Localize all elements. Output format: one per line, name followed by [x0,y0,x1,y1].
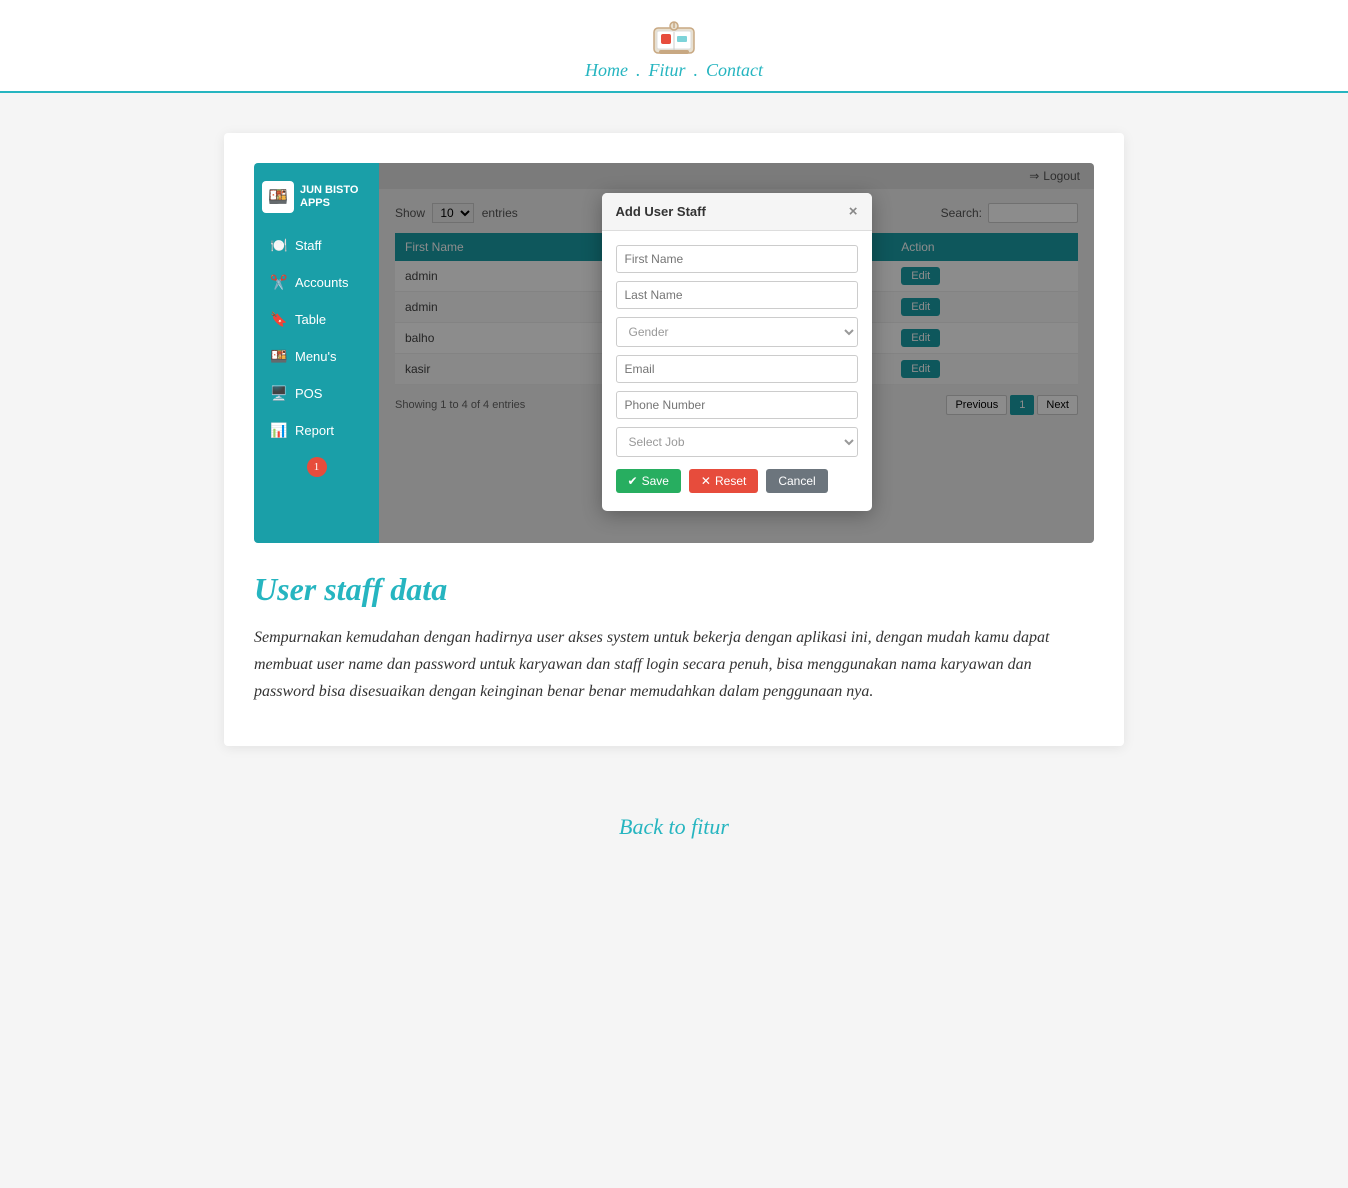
sidebar-item-label: POS [295,386,322,401]
sidebar-item-menus[interactable]: 🍱 Menu's [258,339,375,374]
menus-icon: 🍱 [270,348,288,365]
nav-fitur[interactable]: Fitur [648,60,685,81]
app-sidebar: 🍱 JUN BISTO APPS 🍽️ Staff ✂️ Accounts 🔖 [254,163,379,543]
pos-icon: 🖥️ [270,385,288,402]
x-icon: ✕ [701,474,711,488]
footer: Back to fitur [0,786,1348,860]
table-icon: 🔖 [270,311,288,328]
sidebar-item-label: Menu's [295,349,337,364]
job-select[interactable]: Select Job Manager Kasir [616,427,858,457]
reset-label: Reset [715,474,746,488]
staff-icon: 🍽️ [270,237,288,254]
modal-body: Gender Male Female Select Job Manager Ka… [602,231,872,511]
sidebar-item-staff[interactable]: 🍽️ Staff [258,228,375,263]
modal-title: Add User Staff [616,204,706,219]
cancel-label: Cancel [778,474,815,488]
main-card: 🍱 JUN BISTO APPS 🍽️ Staff ✂️ Accounts 🔖 [224,133,1124,746]
header: Home . Fitur . Contact [0,0,1348,93]
header-nav: Home . Fitur . Contact [585,60,763,91]
nav-home[interactable]: Home [585,60,628,81]
sidebar-item-label: Accounts [295,275,348,290]
last-name-input[interactable] [616,281,858,309]
sidebar-brand-text: JUN BISTO APPS [300,184,358,210]
save-label: Save [642,474,669,488]
gender-select[interactable]: Gender Male Female [616,317,858,347]
add-user-modal: Add User Staff × Gender Male Female [602,193,872,511]
sidebar-item-label: Table [295,312,326,327]
sidebar-item-accounts[interactable]: ✂️ Accounts [258,265,375,300]
save-button[interactable]: ✔ Save [616,469,681,493]
sidebar-brand: 🍱 JUN BISTO APPS [254,173,379,227]
section-title: User staff data [254,571,1094,608]
sidebar-item-table[interactable]: 🔖 Table [258,302,375,337]
sidebar-brand-icon: 🍱 [262,181,294,213]
check-icon: ✔ [628,474,638,488]
report-icon: 📊 [270,422,288,439]
logo-icon [649,18,699,60]
app-inner: 🍱 JUN BISTO APPS 🍽️ Staff ✂️ Accounts 🔖 [254,163,1094,543]
sidebar-badge: 1 [307,457,327,477]
section-description: Sempurnakan kemudahan dengan hadirnya us… [254,624,1094,706]
nav-sep1: . [636,60,641,81]
sidebar-item-pos[interactable]: 🖥️ POS [258,376,375,411]
app-screenshot: 🍱 JUN BISTO APPS 🍽️ Staff ✂️ Accounts 🔖 [254,163,1094,543]
app-main: ⇒ Logout Show 10 25 entries [379,163,1094,543]
nav-sep2: . [694,60,699,81]
cancel-button[interactable]: Cancel [766,469,827,493]
back-to-fitur-link[interactable]: Back to fitur [619,814,729,839]
sidebar-item-label: Report [295,423,334,438]
phone-input[interactable] [616,391,858,419]
nav-contact[interactable]: Contact [706,60,763,81]
first-name-input[interactable] [616,245,858,273]
sidebar-item-label: Staff [295,238,322,253]
email-input[interactable] [616,355,858,383]
sidebar-item-report[interactable]: 📊 Report [258,413,375,448]
modal-header: Add User Staff × [602,193,872,231]
reset-button[interactable]: ✕ Reset [689,469,758,493]
modal-close-button[interactable]: × [849,203,858,220]
modal-overlay: Add User Staff × Gender Male Female [379,163,1094,543]
modal-actions: ✔ Save ✕ Reset Cancel [616,465,858,497]
accounts-icon: ✂️ [270,274,288,291]
